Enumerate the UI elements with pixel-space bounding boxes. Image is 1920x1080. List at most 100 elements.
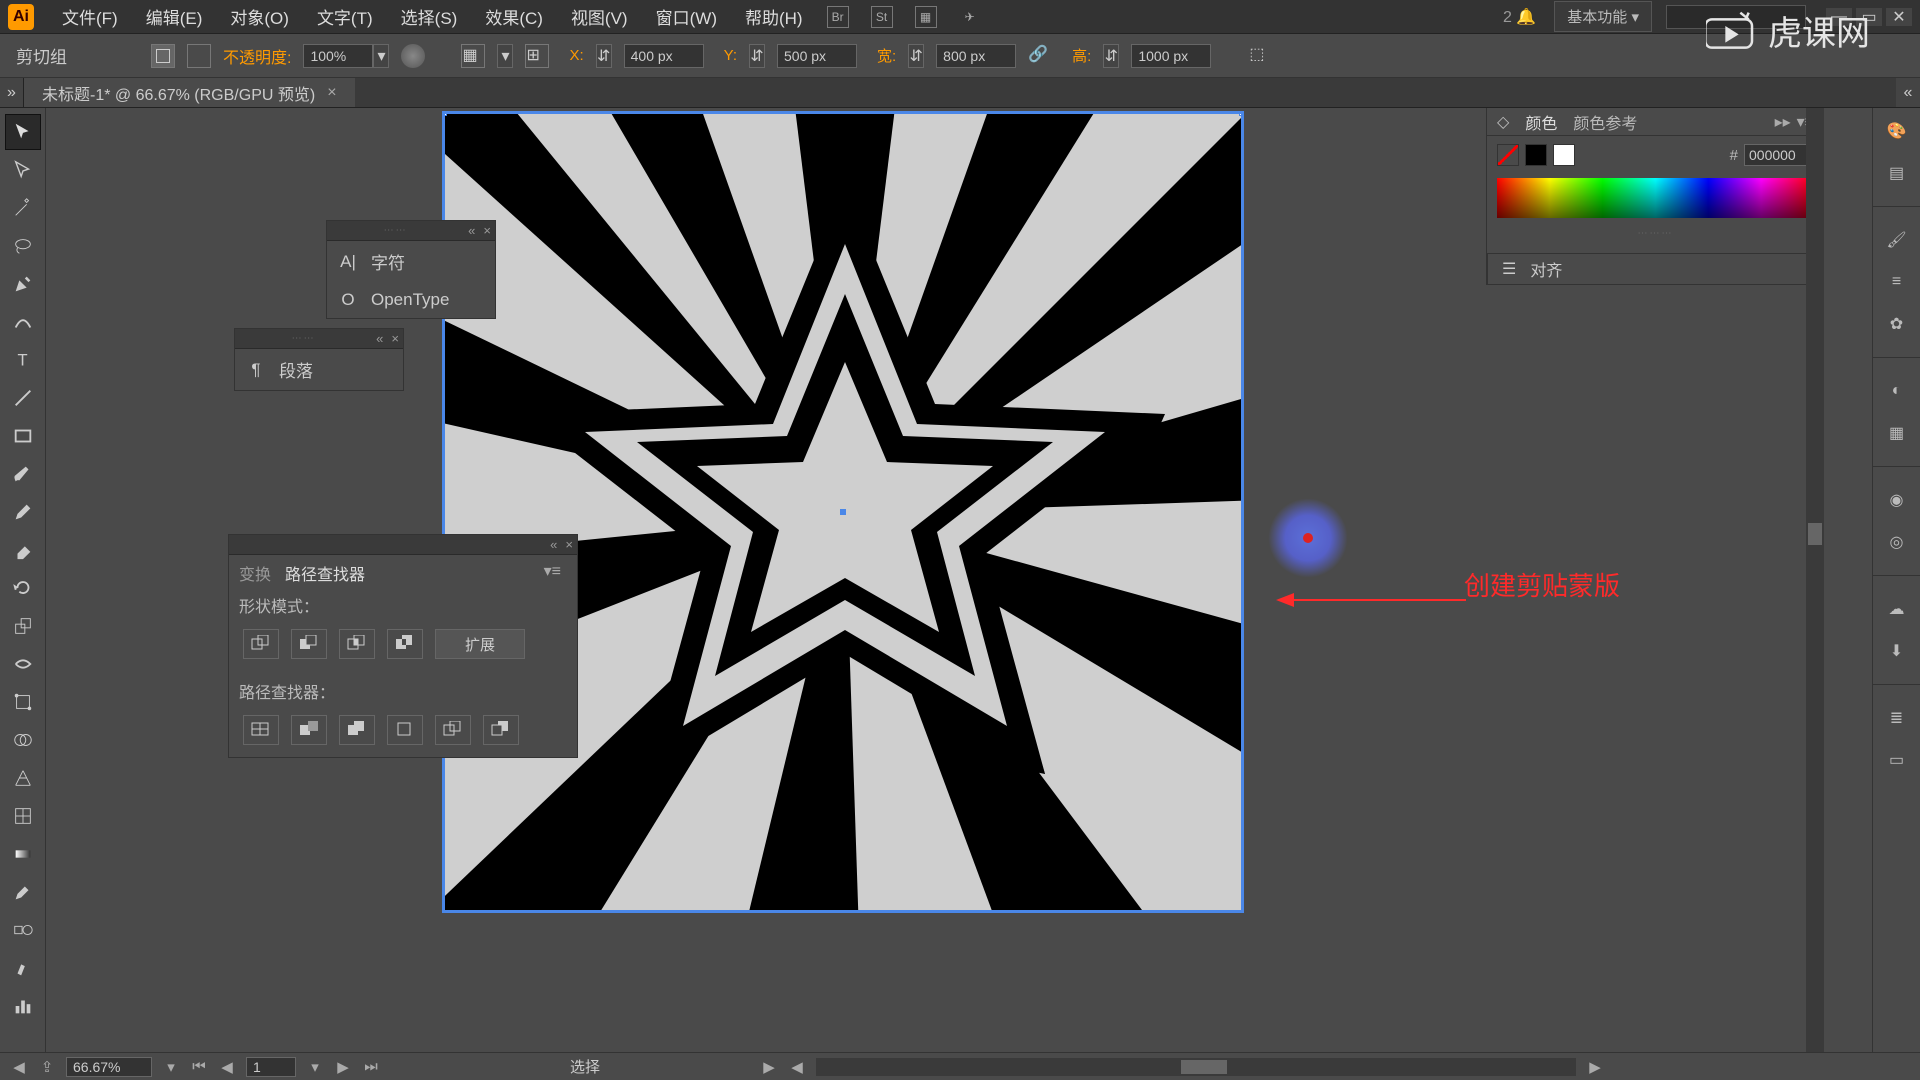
export-icon[interactable]: ⇪ [38, 1058, 56, 1076]
panel-collapse-icon[interactable]: « [376, 331, 383, 346]
color-panel[interactable]: ◇ 颜色 颜色参考 ▸▸▾≡ # 000000 ⋯⋯⋯ ☰ 对齐 [1486, 108, 1824, 285]
opacity-dropdown[interactable]: ▾ [373, 44, 389, 68]
document-tab[interactable]: 未标题-1* @ 66.67% (RGB/GPU 预览) × [24, 78, 355, 107]
unite-button[interactable] [243, 629, 279, 659]
menu-object[interactable]: 对象(O) [216, 4, 303, 29]
w-stepper[interactable]: ⇵ [908, 44, 924, 68]
minus-back-button[interactable] [483, 715, 519, 745]
perspective-grid-tool[interactable] [5, 760, 41, 796]
horizontal-scrollbar[interactable] [816, 1058, 1576, 1076]
first-artboard-icon[interactable]: ⏮ [190, 1058, 208, 1076]
opacity-input[interactable]: 100% [303, 44, 373, 68]
panel-collapse-icon[interactable]: « [468, 223, 475, 238]
brushes-dock-icon[interactable]: 🖌 [1882, 225, 1912, 255]
pathfinder-panel[interactable]: «× 变换 路径查找器 ▾≡ 形状模式： 扩展 路径查找器： [228, 534, 578, 758]
h-stepper[interactable]: ⇵ [1103, 44, 1119, 68]
mesh-tool[interactable] [5, 798, 41, 834]
transform-icon[interactable]: ▦ [461, 44, 485, 68]
w-input[interactable]: 800 px [936, 44, 1016, 68]
recolor-icon[interactable] [401, 44, 425, 68]
scale-tool[interactable] [5, 608, 41, 644]
artboard[interactable] [443, 112, 1243, 912]
menu-window[interactable]: 窗口(W) [642, 4, 731, 29]
intersect-button[interactable] [339, 629, 375, 659]
bridge-icon[interactable]: Br [827, 6, 849, 28]
transform-tab[interactable]: 变换 [239, 561, 271, 585]
fill-swatch[interactable] [151, 44, 175, 68]
opentype-tab[interactable]: OOpenType [327, 282, 495, 318]
graphic-styles-dock-icon[interactable]: ◎ [1882, 527, 1912, 557]
free-transform-tool[interactable] [5, 684, 41, 720]
last-artboard-icon[interactable]: ⏭ [362, 1058, 380, 1076]
panel-drag-handle[interactable]: ⋯⋯ [331, 225, 460, 236]
notification-count[interactable]: 2 🔔 [1503, 7, 1536, 27]
hscroll-left-icon[interactable]: ◀ [788, 1058, 806, 1076]
panel-collapse-icon[interactable]: ▸▸ [1775, 112, 1791, 132]
prev-artboard-icon[interactable]: ◀ [218, 1058, 236, 1076]
panel-close-icon[interactable]: × [483, 223, 491, 238]
h-input[interactable]: 1000 px [1131, 44, 1211, 68]
pencil-tool[interactable] [5, 494, 41, 530]
rotate-tool[interactable] [5, 570, 41, 606]
artboard-number-input[interactable]: 1 [246, 1057, 296, 1077]
outline-button[interactable] [435, 715, 471, 745]
panel-close-icon[interactable]: × [565, 537, 573, 552]
transparency-dock-icon[interactable]: ◐ [1882, 376, 1912, 406]
selection-handle[interactable] [443, 112, 447, 116]
align-panel[interactable]: ☰ 对齐 [1487, 253, 1824, 285]
libraries-dock-icon[interactable]: ☁ [1882, 594, 1912, 624]
character-panel[interactable]: ⋯⋯ « × A|字符 OOpenType [326, 220, 496, 319]
next-artboard-icon[interactable]: ▶ [334, 1058, 352, 1076]
gradient-tool[interactable] [5, 836, 41, 872]
x-input[interactable]: 400 px [624, 44, 704, 68]
menu-file[interactable]: 文件(F) [48, 4, 132, 29]
stroke-swatch[interactable] [187, 44, 211, 68]
scrollbar-thumb[interactable] [1808, 523, 1822, 545]
type-tool[interactable]: T [5, 342, 41, 378]
hex-input[interactable]: 000000 [1744, 144, 1814, 166]
symbol-sprayer-tool[interactable] [5, 950, 41, 986]
blend-tool[interactable] [5, 912, 41, 948]
eyedropper-tool[interactable] [5, 874, 41, 910]
x-stepper[interactable]: ⇵ [596, 44, 612, 68]
window-maximize[interactable]: ▭ [1856, 8, 1882, 26]
selection-center[interactable] [840, 509, 846, 515]
y-stepper[interactable]: ⇵ [749, 44, 765, 68]
stroke-dock-icon[interactable]: ≡ [1882, 267, 1912, 297]
window-minimize[interactable]: — [1826, 8, 1852, 26]
eraser-tool[interactable] [5, 532, 41, 568]
menu-select[interactable]: 选择(S) [387, 4, 472, 29]
zoom-input[interactable]: 66.67% [66, 1057, 152, 1077]
crop-icon[interactable]: ⬚ [1249, 44, 1273, 68]
panel-menu-icon[interactable]: ▾≡ [544, 561, 561, 585]
lasso-tool[interactable] [5, 228, 41, 264]
workspace-dropdown[interactable]: 基本功能 ▾ [1554, 1, 1652, 32]
layers-dock-icon[interactable]: ≣ [1882, 703, 1912, 733]
none-swatch[interactable] [1497, 144, 1519, 166]
paintbrush-tool[interactable] [5, 456, 41, 492]
line-tool[interactable] [5, 380, 41, 416]
trim-button[interactable] [291, 715, 327, 745]
y-input[interactable]: 500 px [777, 44, 857, 68]
canvas[interactable]: ⋯⋯«× A|字符 OOpenType ⋯⋯«× ¶段落 «× 变换 路径查找器… [46, 108, 1872, 1052]
direct-selection-tool[interactable] [5, 152, 41, 188]
gpu-icon[interactable]: ✈ [959, 6, 981, 28]
pen-tool[interactable] [5, 266, 41, 302]
align-icon[interactable]: ⊞ [525, 44, 549, 68]
expand-button[interactable]: 扩展 [435, 629, 525, 659]
merge-button[interactable] [339, 715, 375, 745]
selection-tool[interactable] [5, 114, 41, 150]
character-tab[interactable]: A|字符 [327, 241, 495, 282]
curvature-tool[interactable] [5, 304, 41, 340]
swatches-dock-icon[interactable]: ▤ [1882, 158, 1912, 188]
close-tab-icon[interactable]: × [327, 84, 336, 102]
menu-type[interactable]: 文字(T) [303, 4, 387, 29]
magic-wand-tool[interactable] [5, 190, 41, 226]
rectangle-tool[interactable] [5, 418, 41, 454]
gradient-dock-icon[interactable]: ▦ [1882, 418, 1912, 448]
panel-drag-handle[interactable]: ⋯⋯ [239, 333, 368, 344]
left-scroll-icon[interactable]: ◀ [10, 1058, 28, 1076]
artboards-dock-icon[interactable]: ▭ [1882, 745, 1912, 775]
stroke-color-swatch[interactable] [1553, 144, 1575, 166]
color-guide-tab[interactable]: 颜色参考 [1573, 110, 1637, 134]
